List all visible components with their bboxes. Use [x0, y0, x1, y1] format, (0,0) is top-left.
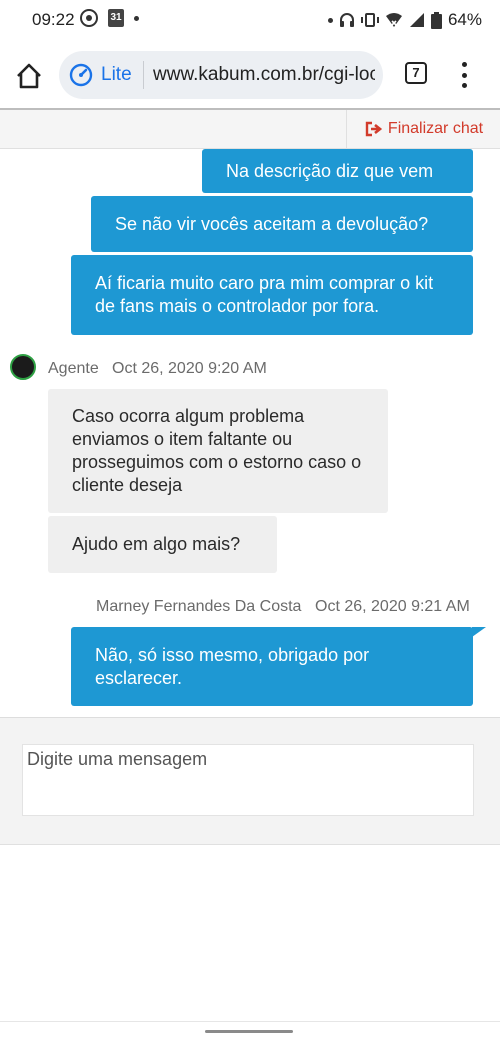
notification-dot-icon: [327, 17, 333, 23]
lite-mode-icon: [69, 63, 93, 87]
status-bar: 09:22 31 64%: [0, 0, 500, 40]
home-icon: [17, 63, 41, 89]
menu-dot-icon: [461, 72, 467, 78]
message-text: Se não vir vocês aceitam a devolução?: [115, 213, 429, 234]
message-input[interactable]: [22, 744, 474, 816]
message-outgoing: Não, só isso mesmo, obrigado por esclare…: [71, 627, 473, 706]
whatsapp-icon: [80, 9, 98, 27]
address-bar[interactable]: Lite www.kabum.com.br/cgi-local/: [59, 51, 383, 99]
status-right-icons: 64%: [327, 10, 482, 30]
url-divider: [143, 61, 144, 89]
message-incoming: Caso ocorra algum problema enviamos o it…: [48, 389, 388, 513]
message-text: Na descrição diz que vem: [226, 160, 434, 181]
chat-transcript: Na descrição diz que vem Se não vir você…: [0, 149, 500, 716]
gesture-bar[interactable]: [205, 1030, 293, 1033]
lite-mode-label: Lite: [101, 64, 132, 85]
divider: [0, 1021, 500, 1022]
chat-header: Finalizar chat: [0, 110, 500, 149]
user-timestamp: Oct 26, 2020 9:21 AM: [315, 598, 470, 615]
status-left-icons: 31: [80, 9, 139, 27]
bubble-tail-icon: [472, 627, 486, 637]
home-button[interactable]: [14, 62, 44, 90]
user-name: Marney Fernandes Da Costa: [96, 598, 302, 615]
more-menu-button[interactable]: [456, 62, 472, 88]
battery-percent: 64%: [447, 10, 482, 29]
agent-timestamp: Oct 26, 2020 9:20 AM: [112, 360, 267, 377]
notification-dot-icon: [134, 15, 139, 21]
calendar-icon: 31: [108, 9, 124, 27]
signal-icon: [409, 13, 424, 27]
agent-avatar: [10, 354, 36, 380]
menu-dot-icon: [461, 83, 467, 88]
status-time: 09:22: [32, 10, 75, 29]
end-chat-button[interactable]: Finalizar chat: [346, 110, 500, 148]
wifi-icon: [385, 13, 402, 27]
end-chat-label: Finalizar chat: [387, 120, 484, 137]
message-incoming: Ajudo em algo mais?: [48, 516, 277, 573]
battery-icon: [430, 11, 442, 29]
message-outgoing: Na descrição diz que vem: [202, 149, 473, 193]
menu-dot-icon: [461, 62, 467, 67]
vibrate-icon: [360, 13, 379, 27]
composer-area: [0, 717, 500, 845]
browser-toolbar: Lite www.kabum.com.br/cgi-local/ 7: [0, 40, 500, 110]
message-outgoing: Aí ficaria muito caro pra mim comprar o …: [71, 255, 473, 335]
tab-switcher-button[interactable]: 7: [405, 62, 427, 84]
message-outgoing: Se não vir vocês aceitam a devolução?: [91, 196, 473, 252]
sign-out-icon: [365, 121, 383, 137]
url-text[interactable]: www.kabum.com.br/cgi-local/: [153, 64, 375, 86]
message-text: Ajudo em algo mais?: [72, 534, 241, 554]
message-text: Caso ocorra algum problema enviamos o it…: [72, 406, 362, 495]
headset-icon: [339, 13, 354, 27]
agent-name: Agente: [48, 360, 99, 377]
message-text: Não, só isso mesmo, obrigado por esclare…: [95, 644, 370, 688]
message-text: Aí ficaria muito caro pra mim comprar o …: [95, 273, 434, 316]
